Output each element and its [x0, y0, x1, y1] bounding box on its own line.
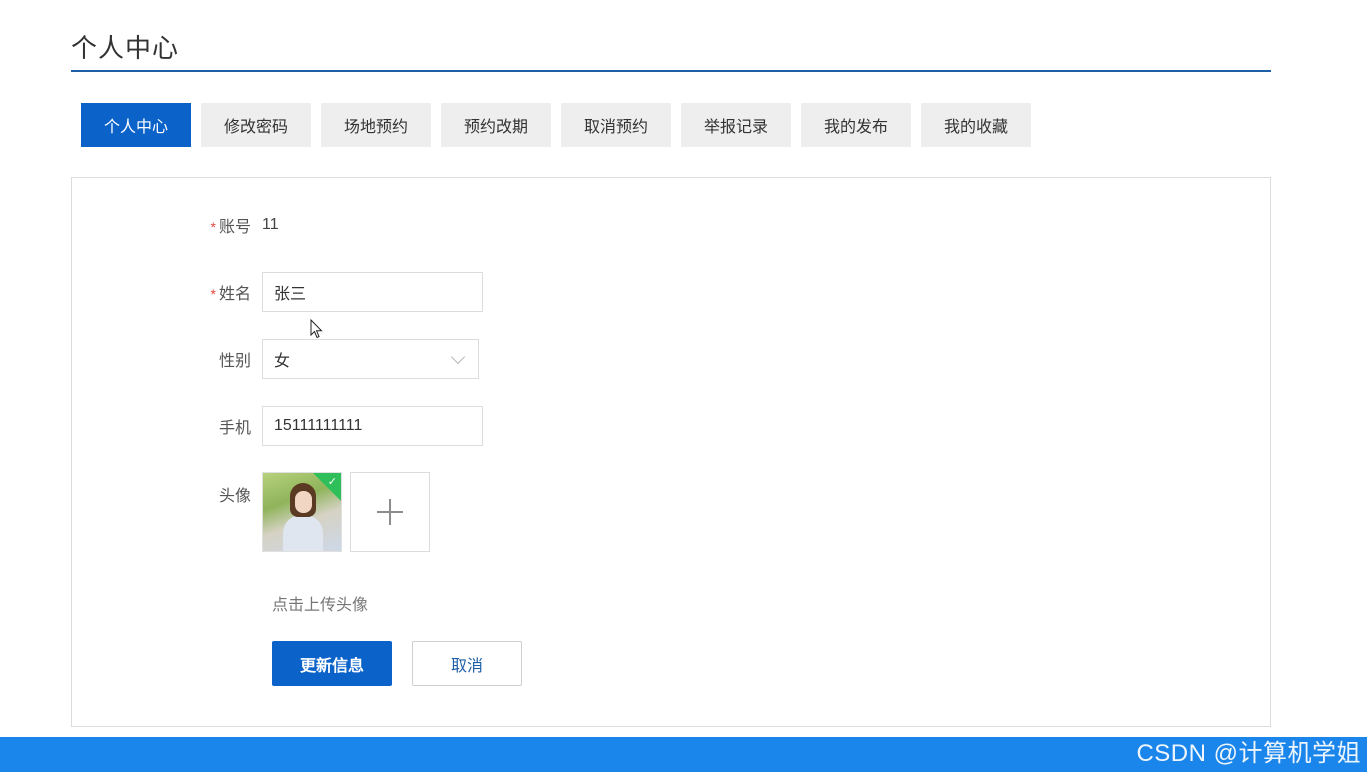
chevron-down-icon [450, 349, 466, 364]
tab-my-posts[interactable]: 我的发布 [801, 103, 911, 147]
avatar-upload-button[interactable] [350, 472, 430, 552]
mouse-cursor-icon [310, 319, 323, 339]
required-mark: * [210, 219, 216, 235]
gender-row: 性别 女 [72, 339, 479, 379]
profile-form-panel: *账号 11 *姓名 性别 女 手机 头像 ✓ 点击上传头像 更 [71, 177, 1271, 727]
avatar-image[interactable]: ✓ [262, 472, 342, 552]
name-row: * 姓名 [72, 272, 483, 312]
page-title: 个人中心 [71, 33, 180, 63]
title-divider [71, 70, 1271, 72]
tab-personal-center[interactable]: 个人中心 [81, 103, 191, 147]
check-icon: ✓ [327, 476, 337, 488]
plus-icon [377, 499, 403, 525]
phone-row: 手机 [72, 406, 483, 446]
tab-venue-booking[interactable]: 场地预约 [321, 103, 431, 147]
avatar-label: 头像 [218, 488, 251, 505]
cancel-button[interactable]: 取消 [412, 641, 522, 686]
name-input[interactable] [262, 272, 483, 312]
account-label: * 账号 [210, 219, 251, 236]
tab-bar: 个人中心 修改密码 场地预约 预约改期 取消预约 举报记录 我的发布 我的收藏 [81, 103, 1041, 147]
avatar-row: 头像 ✓ [72, 472, 430, 552]
account-value: 11 [262, 216, 279, 233]
account-row: * 账号 11 [72, 213, 279, 237]
tab-reschedule[interactable]: 预约改期 [441, 103, 551, 147]
update-info-button[interactable]: 更新信息 [272, 641, 392, 686]
watermark-text: CSDN @计算机学姐 [1136, 740, 1361, 767]
gender-selected-value: 女 [274, 353, 291, 370]
tab-cancel-booking[interactable]: 取消预约 [561, 103, 671, 147]
name-label: * 姓名 [210, 286, 251, 303]
avatar-upload-hint: 点击上传头像 [272, 597, 369, 614]
gender-label: 性别 [218, 353, 251, 370]
tab-change-password[interactable]: 修改密码 [201, 103, 311, 147]
tab-report-records[interactable]: 举报记录 [681, 103, 791, 147]
phone-input[interactable] [262, 406, 483, 446]
tab-my-favorites[interactable]: 我的收藏 [921, 103, 1031, 147]
required-mark: * [210, 286, 216, 302]
phone-label: 手机 [218, 420, 251, 437]
gender-select[interactable]: 女 [262, 339, 479, 379]
